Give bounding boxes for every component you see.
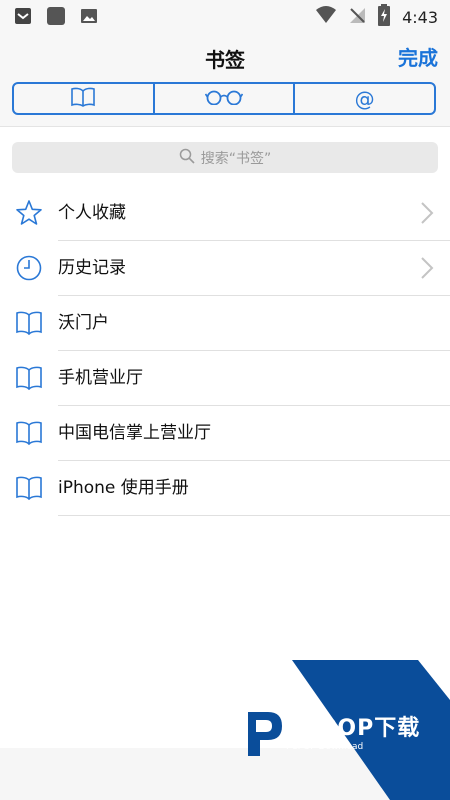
nav-divider: [0, 126, 450, 127]
watermark: PCPOP下载 PCPOP Download: [240, 660, 450, 800]
tab-shared-links[interactable]: @: [295, 84, 434, 113]
divider: [58, 515, 450, 516]
watermark-sub: PCPOP Download: [286, 742, 364, 752]
list-item-label: 中国电信掌上营业厅: [58, 423, 211, 443]
book-icon: [15, 309, 43, 337]
list-item-label: 手机营业厅: [58, 368, 143, 388]
chevron-right-icon: [420, 201, 434, 229]
wifi-icon: [316, 6, 337, 28]
list-item-bookmark[interactable]: 手机营业厅: [0, 351, 450, 406]
bookmark-list: 个人收藏 历史记录 沃门户 手机营业厅 中国电信掌上营业厅 iPhone 使用手…: [0, 186, 450, 516]
nav-bar: 书签 完成 @: [0, 32, 450, 126]
status-time: 4:43: [402, 7, 438, 27]
list-item-favorites[interactable]: 个人收藏: [0, 186, 450, 241]
tab-bookmarks[interactable]: [14, 84, 155, 113]
list-item-bookmark[interactable]: 沃门户: [0, 296, 450, 351]
status-bar: 4:43: [0, 0, 450, 32]
list-item-bookmark[interactable]: 中国电信掌上营业厅: [0, 406, 450, 461]
search-input[interactable]: 搜索“书签”: [12, 142, 438, 173]
bookmark-icon: [71, 87, 96, 111]
list-item-label: 历史记录: [58, 258, 126, 278]
book-icon: [15, 419, 43, 447]
list-item-label: 沃门户: [58, 313, 109, 333]
book-icon: [15, 474, 43, 502]
list-item-history[interactable]: 历史记录: [0, 241, 450, 296]
no-signal-icon: [348, 6, 366, 28]
list-item-label: iPhone 使用手册: [58, 478, 189, 498]
search-placeholder: 搜索“书签”: [200, 150, 272, 167]
shared-links-at-icon: @: [354, 86, 375, 111]
list-item-label: 个人收藏: [58, 203, 126, 223]
star-icon: [15, 199, 43, 227]
page-title: 书签: [205, 48, 245, 72]
chevron-right-icon: [420, 256, 434, 284]
notification-icon: [14, 7, 32, 29]
app-square-icon: [46, 6, 66, 30]
battery-charging-icon: [378, 4, 391, 30]
watermark-brand: PCPOP下载: [286, 716, 421, 741]
reading-list-glasses-icon: [204, 89, 244, 109]
search-icon: [179, 148, 195, 168]
done-button[interactable]: 完成: [398, 42, 438, 71]
segmented-control: @: [12, 82, 436, 115]
clock-icon: [15, 254, 43, 282]
tab-reading-list[interactable]: [155, 84, 296, 113]
list-item-bookmark[interactable]: iPhone 使用手册: [0, 461, 450, 516]
image-icon: [80, 7, 98, 29]
book-icon: [15, 364, 43, 392]
